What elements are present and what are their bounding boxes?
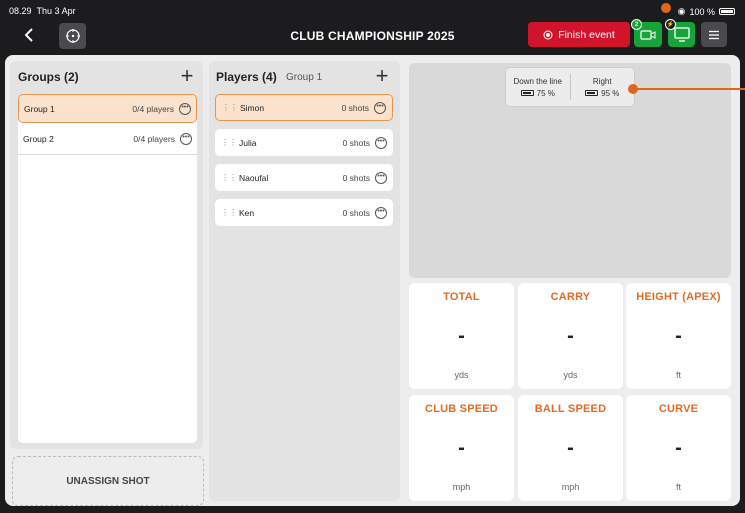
metric-unit: ft — [675, 482, 681, 492]
metric-height-apex: HEIGHT (APEX) - ft — [626, 283, 731, 389]
metric-label: BALL SPEED — [534, 403, 607, 415]
status-time: 08.29 Thu 3 Apr — [9, 6, 76, 16]
players-group-label: Group 1 — [286, 72, 323, 83]
player-shots: 0 shots — [341, 102, 369, 113]
recording-indicator — [661, 3, 671, 13]
drag-handle-icon[interactable]: ⋮⋮ — [221, 208, 237, 217]
metric-ball-speed: BALL SPEED - mph — [518, 395, 623, 501]
list-item-player-ken[interactable]: ⋮⋮ Ken 0 shots ••• — [215, 199, 393, 226]
battery-icon — [520, 90, 534, 96]
unassign-shot-label: UNASSIGN SHOT — [66, 475, 150, 487]
player-name: Ken — [239, 207, 255, 218]
battery-percent: 100 % — [689, 6, 715, 17]
device-battery: 75 % — [536, 88, 555, 98]
metric-label: TOTAL — [443, 291, 480, 303]
camera-button[interactable]: 2 — [631, 19, 662, 47]
player-shots: 0 shots — [342, 137, 370, 148]
list-item-player-simon[interactable]: ⋮⋮ Simon 0 shots ••• — [215, 94, 393, 121]
drag-handle-icon[interactable]: ⋮⋮ — [222, 103, 238, 112]
add-player-icon[interactable]: + — [370, 65, 394, 89]
status-bar: 08.29 Thu 3 Apr ◉ 100 % — [0, 0, 745, 20]
screen-button[interactable]: ⚡ — [665, 19, 695, 47]
metric-unit: yds — [454, 370, 469, 380]
wifi-icon: ◉ — [677, 6, 686, 16]
metric-value: - — [458, 325, 465, 347]
metric-club-speed: CLUB SPEED - mph — [409, 395, 514, 501]
drag-handle-icon[interactable]: ⋮⋮ — [221, 173, 237, 182]
more-options-icon[interactable]: ••• — [179, 102, 191, 115]
top-bar: CLUB CHAMPIONSHIP 2025 Finish event 2 ⚡ — [0, 19, 745, 53]
metric-value: - — [675, 437, 682, 459]
finish-event-button[interactable]: Finish event — [528, 22, 630, 47]
metric-unit: ft — [675, 370, 681, 380]
metric-label: HEIGHT (APEX) — [636, 291, 721, 303]
main-content: Groups (2) + Group 1 0/4 players ••• Gro… — [5, 55, 740, 506]
player-shots: 0 shots — [342, 172, 370, 183]
add-group-icon[interactable]: + — [175, 65, 199, 89]
camera-count-badge: 2 — [631, 19, 642, 30]
metric-unit: mph — [561, 482, 580, 492]
metric-total: TOTAL - yds — [409, 283, 514, 389]
group-count: 0/4 players — [132, 103, 174, 114]
list-item-player-julia[interactable]: ⋮⋮ Julia 0 shots ••• — [215, 129, 393, 156]
divider — [18, 154, 197, 155]
status-right: ◉ 100 % — [678, 6, 735, 17]
metric-unit: mph — [452, 482, 471, 492]
device-status-box: Down the line 75 % Right 95 % — [505, 67, 635, 107]
more-options-icon[interactable]: ••• — [375, 171, 387, 184]
player-name: Julia — [239, 137, 257, 148]
more-options-icon[interactable]: ••• — [374, 101, 386, 114]
device-down-the-line: Down the line 75 % — [506, 68, 570, 106]
device-right: Right 95 % — [571, 68, 635, 106]
pointer-line — [636, 88, 745, 90]
metric-label: CURVE — [658, 403, 699, 415]
metric-unit: yds — [563, 370, 578, 380]
metric-value: - — [567, 325, 574, 347]
group-count: 0/4 players — [133, 133, 175, 144]
metric-label: CLUB SPEED — [425, 403, 498, 415]
drag-handle-icon[interactable]: ⋮⋮ — [221, 138, 237, 147]
battery-icon — [719, 8, 735, 15]
list-item-group-1[interactable]: Group 1 0/4 players ••• — [18, 94, 197, 123]
player-name: Simon — [240, 102, 265, 113]
metric-value: - — [567, 437, 574, 459]
record-icon — [543, 30, 553, 39]
battery-icon — [585, 90, 599, 96]
metric-value: - — [458, 437, 465, 459]
shot-visualization: Down the line 75 % Right 95 % — [409, 63, 731, 278]
device-battery: 95 % — [601, 88, 620, 98]
group-name: Group 1 — [24, 103, 55, 114]
finish-event-label: Finish event — [558, 28, 615, 41]
groups-list: Group 1 0/4 players ••• Group 2 0/4 play… — [18, 94, 197, 443]
more-options-icon[interactable]: ••• — [180, 132, 192, 145]
screen-icon — [673, 27, 690, 42]
menu-button[interactable] — [701, 22, 727, 47]
players-title: Players (4) — [216, 70, 277, 84]
flash-icon: ⚡ — [665, 19, 676, 30]
unassign-shot-dropzone[interactable]: UNASSIGN SHOT — [12, 456, 204, 506]
hamburger-icon — [709, 30, 719, 39]
device-name: Down the line — [513, 76, 562, 86]
metric-carry: CARRY - yds — [518, 283, 623, 389]
list-item-player-naoufal[interactable]: ⋮⋮ Naoufal 0 shots ••• — [215, 164, 393, 191]
metric-label: CARRY — [550, 291, 591, 303]
player-name: Naoufal — [239, 172, 269, 183]
device-name: Right — [592, 76, 612, 86]
players-panel: Players (4) Group 1 + ⋮⋮ Simon 0 shots •… — [209, 61, 400, 501]
metric-curve: CURVE - ft — [626, 395, 731, 501]
camera-icon — [640, 29, 656, 40]
list-item-group-2[interactable]: Group 2 0/4 players ••• — [18, 124, 197, 153]
player-shots: 0 shots — [342, 207, 370, 218]
more-options-icon[interactable]: ••• — [375, 136, 387, 149]
groups-panel: Groups (2) + Group 1 0/4 players ••• Gro… — [10, 61, 203, 449]
more-options-icon[interactable]: ••• — [375, 206, 387, 219]
groups-title: Groups (2) — [18, 70, 79, 84]
metric-value: - — [675, 325, 682, 347]
group-name: Group 2 — [23, 133, 54, 144]
